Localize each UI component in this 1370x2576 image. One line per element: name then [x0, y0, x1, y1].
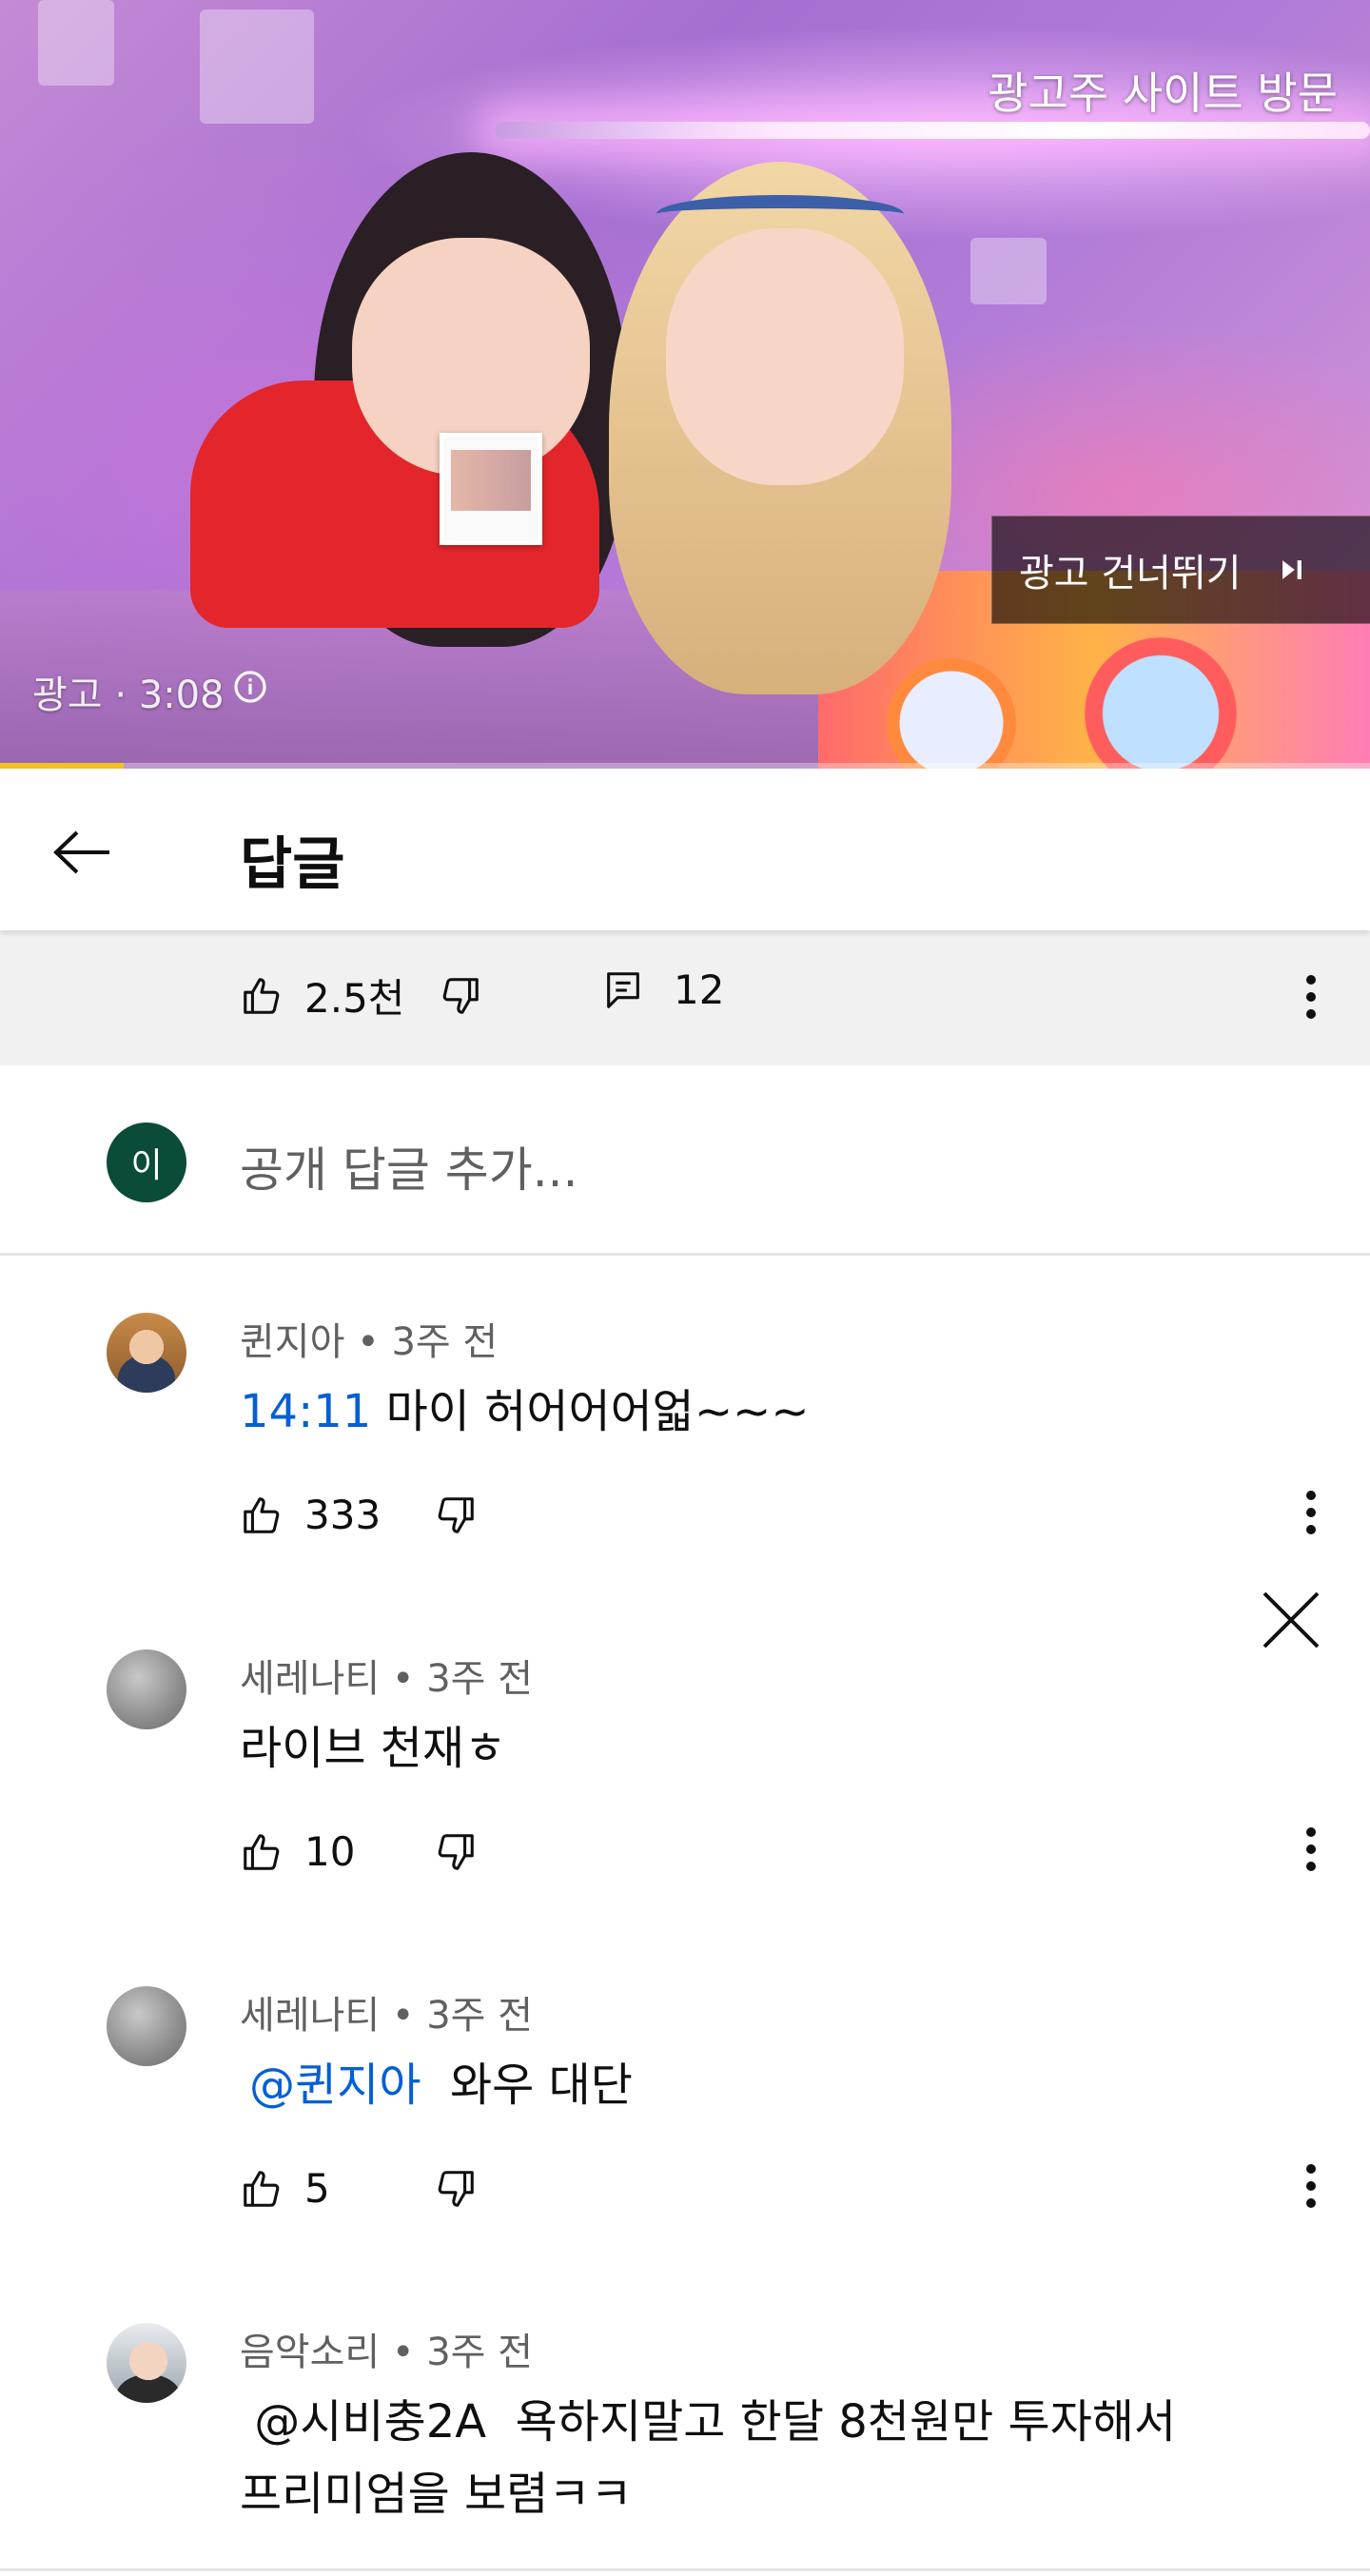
reply-text: @시비충2A 욕하지말고 한달 8천원만 투자해서 프리미엄을 보렴ㅋㅋ: [240, 2386, 1286, 2530]
reply-text: @퀸지아 와우 대단: [249, 2049, 1296, 2121]
reply-time: 3주 전: [391, 1320, 499, 1364]
parent-reply-count: 12: [674, 966, 725, 1013]
meta-separator: •: [380, 1657, 427, 1701]
avatar[interactable]: [107, 1649, 186, 1729]
reply-time: 3주 전: [426, 1657, 533, 1701]
wall-poster: [200, 10, 314, 124]
reply-text-content: 라이브 천재ㅎ: [240, 1722, 507, 1775]
mention-link[interactable]: @퀸지아: [249, 2059, 421, 2112]
reply-actions: 333: [240, 1492, 478, 1538]
reply-text-line: 프리미엄을 보렴ㅋㅋ: [240, 2468, 633, 2521]
reply-author[interactable]: 퀸지아: [240, 1320, 344, 1364]
reply-more-button[interactable]: [1282, 1813, 1340, 1889]
like-count: 5: [304, 2165, 330, 2212]
reply-input[interactable]: 공개 답글 추가...: [240, 1132, 577, 1200]
thumb-down-icon[interactable]: [439, 974, 482, 1018]
reply-text: 14:11 마이 허어어어얿~~~: [240, 1376, 1286, 1448]
replies-header: 답글: [0, 769, 1370, 1649]
parent-like-group: 2.5천: [240, 966, 482, 1025]
reply-author[interactable]: 세레나티: [240, 1994, 380, 2038]
skip-next-icon: [1276, 554, 1308, 586]
headband: [656, 195, 904, 233]
close-button[interactable]: [1248, 1579, 1334, 1665]
meta-separator: •: [344, 1320, 392, 1364]
timestamp-link[interactable]: 14:11: [240, 1385, 371, 1438]
parent-comment-actions: 2.5천 12: [0, 930, 1370, 1065]
meta-separator: •: [380, 2331, 427, 2374]
reply-time: 3주 전: [426, 2331, 533, 2374]
reply-author[interactable]: 음악소리: [240, 2331, 380, 2374]
thumb-up-icon[interactable]: [240, 974, 284, 1018]
reply-actions: 5: [240, 2165, 478, 2212]
reply-text-content: 와우 대단: [421, 2059, 633, 2112]
reply-meta: 세레나티 • 3주 전: [240, 1984, 533, 2039]
ad-info: 광고 · 3:08: [32, 664, 268, 719]
thumb-up-icon[interactable]: [240, 1830, 284, 1874]
ad-video-player[interactable]: 광고주 사이트 방문 광고 건너뛰기 광고 · 3:08: [0, 0, 1370, 769]
ad-meta-label: 광고 · 3:08: [32, 673, 225, 717]
wall-poster: [970, 238, 1047, 304]
avatar[interactable]: [107, 1986, 186, 2066]
reply-meta: 퀸지아 • 3주 전: [240, 1311, 498, 1366]
neon-light: [495, 122, 1370, 139]
reply-text: 라이브 천재ㅎ: [240, 1712, 1286, 1785]
reply-more-button[interactable]: [1282, 1476, 1340, 1552]
reply-meta: 세레나티 • 3주 전: [240, 1648, 533, 1703]
skip-ad-button[interactable]: 광고 건너뛰기: [991, 516, 1370, 624]
info-icon[interactable]: [232, 669, 268, 714]
thumb-up-icon[interactable]: [240, 1493, 284, 1537]
divider: [0, 2568, 1370, 2571]
reply-meta: 음악소리 • 3주 전: [240, 2321, 533, 2376]
thumb-down-icon[interactable]: [434, 1830, 478, 1874]
add-reply-row[interactable]: 이 공개 답글 추가...: [0, 1065, 1370, 1256]
thumb-up-icon[interactable]: [240, 2167, 284, 2211]
parent-more-button[interactable]: [1282, 961, 1340, 1037]
more-vert-icon: [1305, 2163, 1317, 2213]
back-button[interactable]: [44, 816, 120, 892]
reply-author[interactable]: 세레나티: [240, 1657, 380, 1701]
page-title: 답글: [240, 831, 345, 898]
own-avatar: 이: [107, 1122, 186, 1202]
reply-text-content: 마이 허어어어얿~~~: [371, 1385, 810, 1438]
close-icon: [1261, 1590, 1321, 1654]
like-count: 333: [304, 1492, 382, 1538]
more-vert-icon: [1305, 1490, 1317, 1539]
avatar[interactable]: [107, 1313, 186, 1393]
parent-like-count: 2.5천: [304, 975, 405, 1022]
comment-icon[interactable]: [601, 968, 645, 1012]
more-vert-icon: [1305, 1826, 1317, 1876]
visit-advertiser-link[interactable]: 광고주 사이트 방문: [988, 59, 1338, 122]
thumb-down-icon[interactable]: [434, 1493, 478, 1537]
reply-text-line: @시비충2A 욕하지말고 한달 8천원만 투자해서: [240, 2395, 1177, 2449]
photo-card: [440, 433, 542, 545]
thumb-down-icon[interactable]: [434, 2167, 478, 2211]
skip-ad-label: 광고 건너뛰기: [1019, 552, 1242, 595]
avatar[interactable]: [107, 2323, 186, 2403]
reply-more-button[interactable]: [1282, 2150, 1340, 2226]
reply-actions: 10: [240, 1828, 478, 1875]
arrow-left-icon: [50, 829, 113, 880]
meta-separator: •: [380, 1994, 427, 2038]
person-right-face: [666, 228, 904, 485]
more-vert-icon: [1305, 974, 1317, 1024]
parent-reply-group[interactable]: 12: [601, 966, 724, 1013]
like-count: 10: [304, 1828, 356, 1875]
wall-poster: [38, 0, 114, 86]
reply-time: 3주 전: [426, 1994, 533, 2038]
